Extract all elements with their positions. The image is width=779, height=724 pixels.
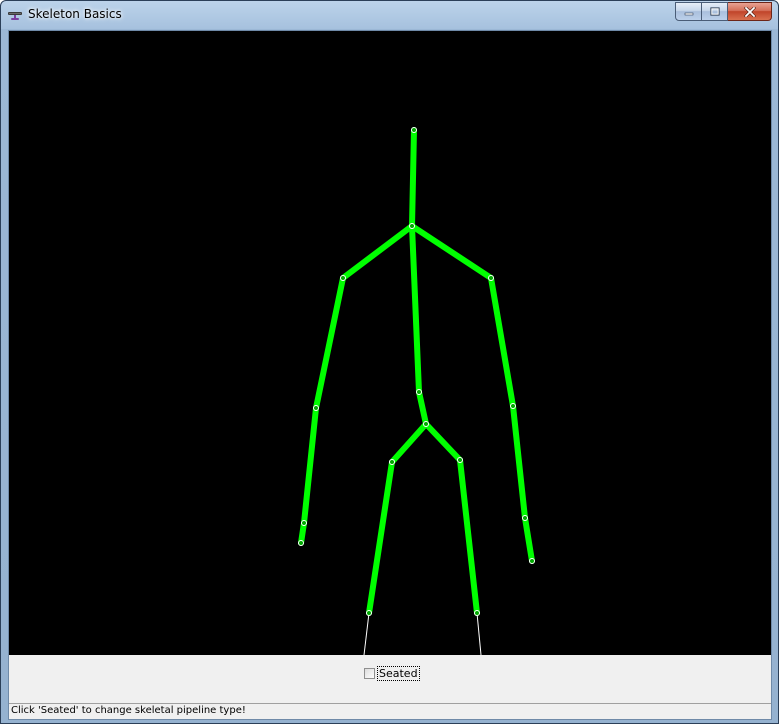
close-icon bbox=[743, 6, 756, 17]
joint-shoulder-left bbox=[340, 275, 346, 281]
bone-neck bbox=[409, 127, 417, 229]
kinect-sensor-icon bbox=[8, 12, 22, 20]
joint-shoulder-center bbox=[409, 223, 415, 229]
bone-right-forearm bbox=[510, 403, 528, 521]
status-text: Click 'Seated' to change skeletal pipeli… bbox=[11, 705, 246, 716]
joint-hip-right bbox=[457, 457, 463, 463]
title-bar[interactable]: Skeleton Basics bbox=[1, 1, 778, 29]
joint-knee-left bbox=[366, 610, 372, 616]
maximize-icon bbox=[709, 7, 720, 16]
close-button[interactable] bbox=[728, 2, 772, 21]
joint-hip-left bbox=[389, 459, 395, 465]
bone-spine bbox=[409, 223, 422, 395]
skeleton-drawing bbox=[298, 127, 535, 655]
seated-checkbox-box[interactable] bbox=[364, 667, 375, 679]
caption-buttons bbox=[675, 2, 772, 21]
joint-wrist-left bbox=[301, 520, 307, 526]
maximize-button[interactable] bbox=[702, 2, 728, 21]
bone-left-shoulder bbox=[340, 223, 415, 281]
joint-wrist-right bbox=[522, 515, 528, 521]
tracked-bones bbox=[298, 127, 535, 616]
joint-head bbox=[411, 127, 417, 133]
joint-shoulder-right bbox=[488, 275, 494, 281]
joint-elbow-right bbox=[510, 403, 516, 409]
bone-right-shin-inferred bbox=[476, 612, 482, 655]
joint-hand-right bbox=[529, 558, 535, 564]
seated-label[interactable]: Seated bbox=[377, 665, 420, 681]
joint-hip-center bbox=[423, 421, 429, 427]
bone-lower-spine bbox=[416, 389, 429, 427]
status-bar: Click 'Seated' to change skeletal pipeli… bbox=[9, 703, 771, 719]
bone-right-hip bbox=[423, 421, 463, 463]
minimize-button[interactable] bbox=[675, 2, 702, 21]
app-window: Skeleton Basics Seated Click 'Seated' to… bbox=[0, 0, 779, 724]
bone-left-hip bbox=[389, 421, 429, 465]
joint-spine bbox=[416, 389, 422, 395]
bone-right-shoulder bbox=[409, 223, 494, 281]
bone-right-thigh bbox=[457, 457, 480, 616]
bone-right-upper-arm bbox=[488, 275, 516, 409]
inferred-bones bbox=[363, 612, 482, 655]
minimize-icon bbox=[684, 12, 693, 15]
bone-left-upper-arm bbox=[313, 275, 346, 411]
joint-elbow-left bbox=[313, 405, 319, 411]
window-title: Skeleton Basics bbox=[28, 7, 122, 21]
bone-left-forearm bbox=[301, 405, 319, 526]
seated-checkbox[interactable]: Seated bbox=[364, 665, 420, 681]
bone-left-thigh bbox=[366, 459, 395, 616]
joint-knee-right bbox=[474, 610, 480, 616]
skeleton-viewport bbox=[9, 31, 771, 655]
bone-left-hand bbox=[298, 520, 307, 546]
bone-left-shin-inferred bbox=[363, 612, 370, 655]
bone-right-hand bbox=[522, 515, 535, 564]
client-area: Seated Click 'Seated' to change skeletal… bbox=[8, 30, 772, 720]
joint-hand-left bbox=[298, 540, 304, 546]
